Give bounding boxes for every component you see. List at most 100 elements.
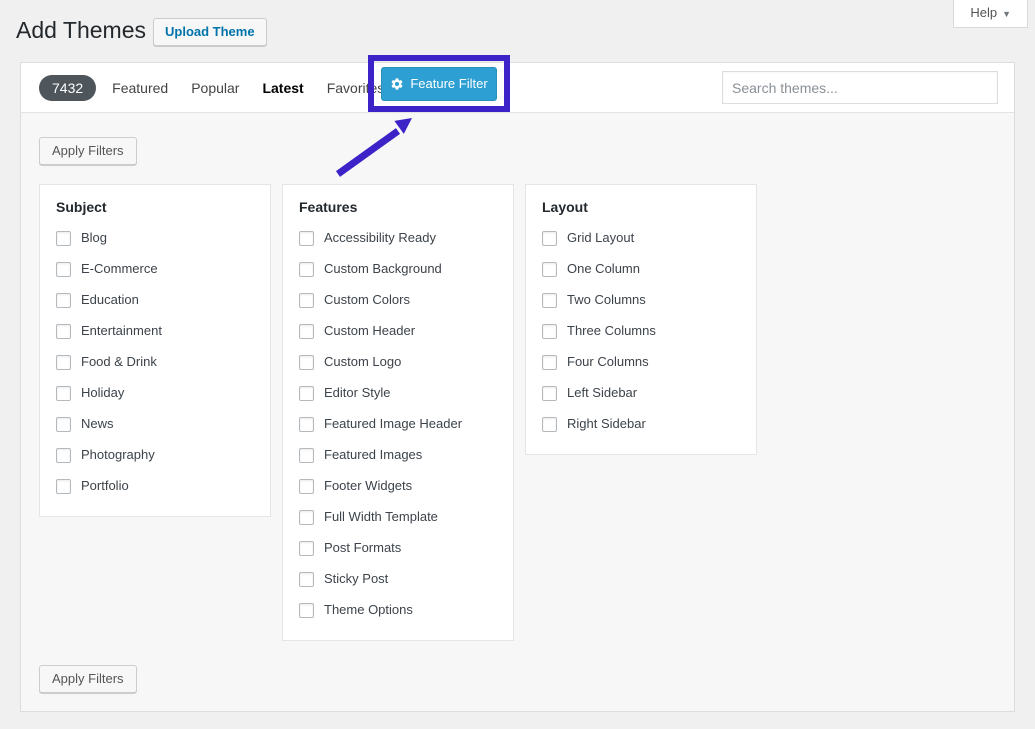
filter-option-label: E-Commerce — [81, 260, 158, 278]
upload-theme-button[interactable]: Upload Theme — [153, 18, 267, 46]
filter-option-label: Four Columns — [567, 353, 649, 371]
nav-links: Featured Popular Latest Favorites — [112, 80, 407, 96]
filter-cards: SubjectBlogE-CommerceEducationEntertainm… — [39, 184, 757, 641]
filter-option-label: Left Sidebar — [567, 384, 637, 402]
filter-option-row[interactable]: One Column — [542, 260, 740, 278]
filter-option-row[interactable]: Featured Images — [299, 446, 497, 464]
filter-option-row[interactable]: Featured Image Header — [299, 415, 497, 433]
filter-option-row[interactable]: Three Columns — [542, 322, 740, 340]
search-input[interactable] — [722, 71, 998, 104]
theme-count-badge: 7432 — [39, 75, 96, 101]
filter-option-label: Custom Logo — [324, 353, 401, 371]
filter-option-row[interactable]: Custom Colors — [299, 291, 497, 309]
checkbox-theme-options[interactable] — [299, 603, 314, 618]
checkbox-four-columns[interactable] — [542, 355, 557, 370]
checkbox-photography[interactable] — [56, 448, 71, 463]
checkbox-three-columns[interactable] — [542, 324, 557, 339]
filter-option-row[interactable]: E-Commerce — [56, 260, 254, 278]
filter-option-row[interactable]: Custom Background — [299, 260, 497, 278]
filter-option-row[interactable]: Full Width Template — [299, 508, 497, 526]
filter-option-row[interactable]: Two Columns — [542, 291, 740, 309]
help-dropdown[interactable]: Help▼ — [953, 0, 1028, 28]
filter-group-features: Features Accessibility Ready Custom Backgr… — [282, 184, 514, 641]
filter-option-label: Custom Colors — [324, 291, 410, 309]
checkbox-holiday[interactable] — [56, 386, 71, 401]
filter-option-row[interactable]: Accessibility Ready — [299, 229, 497, 247]
checkbox-editor-style[interactable] — [299, 386, 314, 401]
checkbox-blog[interactable] — [56, 231, 71, 246]
filter-option-label: Featured Images — [324, 446, 422, 464]
filter-option-row[interactable]: Grid Layout — [542, 229, 740, 247]
filter-option-row[interactable]: Four Columns — [542, 353, 740, 371]
checkbox-custom-logo[interactable] — [299, 355, 314, 370]
checkbox-accessibility-ready[interactable] — [299, 231, 314, 246]
checkbox-custom-header[interactable] — [299, 324, 314, 339]
checkbox-featured-image-header[interactable] — [299, 417, 314, 432]
checkbox-news[interactable] — [56, 417, 71, 432]
checkbox-sticky-post[interactable] — [299, 572, 314, 587]
filter-option-label: Custom Header — [324, 322, 415, 340]
filter-option-label: Holiday — [81, 384, 124, 402]
filter-option-label: News — [81, 415, 114, 433]
checkbox-grid-layout[interactable] — [542, 231, 557, 246]
filter-option-row[interactable]: Theme Options — [299, 601, 497, 619]
filter-option-label: Custom Background — [324, 260, 442, 278]
checkbox-right-sidebar[interactable] — [542, 417, 557, 432]
filter-option-row[interactable]: Sticky Post — [299, 570, 497, 588]
filter-option-row[interactable]: Right Sidebar — [542, 415, 740, 433]
filter-option-row[interactable]: Portfolio — [56, 477, 254, 495]
checkbox-two-columns[interactable] — [542, 293, 557, 308]
checkbox-entertainment[interactable] — [56, 324, 71, 339]
filter-group-subject: SubjectBlogE-CommerceEducationEntertainm… — [39, 184, 271, 517]
nav-link-latest[interactable]: Latest — [262, 80, 303, 96]
checkbox-one-column[interactable] — [542, 262, 557, 277]
apply-filters-button-bottom[interactable]: Apply Filters — [39, 665, 137, 693]
checkbox-featured-images[interactable] — [299, 448, 314, 463]
filter-group-title: Features — [299, 199, 497, 216]
checkbox-full-width-template[interactable] — [299, 510, 314, 525]
checkbox-e-commerce[interactable] — [56, 262, 71, 277]
filter-option-label: Post Formats — [324, 539, 401, 557]
checkbox-footer-widgets[interactable] — [299, 479, 314, 494]
filter-option-row[interactable]: Holiday — [56, 384, 254, 402]
filter-option-row[interactable]: Custom Header — [299, 322, 497, 340]
filter-option-row[interactable]: Left Sidebar — [542, 384, 740, 402]
checkbox-custom-colors[interactable] — [299, 293, 314, 308]
checkbox-education[interactable] — [56, 293, 71, 308]
filter-option-label: Blog — [81, 229, 107, 247]
checkbox-left-sidebar[interactable] — [542, 386, 557, 401]
filter-option-label: Accessibility Ready — [324, 229, 436, 247]
filter-option-label: Education — [81, 291, 139, 309]
filter-option-label: Portfolio — [81, 477, 129, 495]
filter-option-row[interactable]: Education — [56, 291, 254, 309]
filter-option-row[interactable]: Editor Style — [299, 384, 497, 402]
checkbox-portfolio[interactable] — [56, 479, 71, 494]
checkbox-food-drink[interactable] — [56, 355, 71, 370]
nav-link-popular[interactable]: Popular — [191, 80, 239, 96]
filter-option-label: One Column — [567, 260, 640, 278]
nav-link-featured[interactable]: Featured — [112, 80, 168, 96]
filter-option-label: Full Width Template — [324, 508, 438, 526]
filter-option-row[interactable]: Blog — [56, 229, 254, 247]
filter-option-row[interactable]: Footer Widgets — [299, 477, 497, 495]
apply-filters-button-top[interactable]: Apply Filters — [39, 137, 137, 165]
filter-option-row[interactable]: Custom Logo — [299, 353, 497, 371]
filter-option-row[interactable]: News — [56, 415, 254, 433]
feature-filter-button[interactable]: Feature Filter — [381, 67, 497, 101]
filter-option-label: Theme Options — [324, 601, 413, 619]
filter-option-row[interactable]: Post Formats — [299, 539, 497, 557]
feature-filter-label: Feature Filter — [410, 76, 487, 91]
help-label: Help — [970, 5, 997, 20]
checkbox-post-formats[interactable] — [299, 541, 314, 556]
filter-option-row[interactable]: Photography — [56, 446, 254, 464]
filter-option-row[interactable]: Entertainment — [56, 322, 254, 340]
filter-option-label: Editor Style — [324, 384, 390, 402]
theme-filter-toolbar: 7432 Featured Popular Latest Favorites — [21, 63, 1014, 113]
filter-option-label: Two Columns — [567, 291, 646, 309]
checkbox-custom-background[interactable] — [299, 262, 314, 277]
nav-link-favorites[interactable]: Favorites — [327, 80, 385, 96]
filter-option-label: Three Columns — [567, 322, 656, 340]
filter-option-label: Sticky Post — [324, 570, 388, 588]
filter-option-row[interactable]: Food & Drink — [56, 353, 254, 371]
filter-group-layout: LayoutGrid LayoutOne ColumnTwo ColumnsTh… — [525, 184, 757, 455]
